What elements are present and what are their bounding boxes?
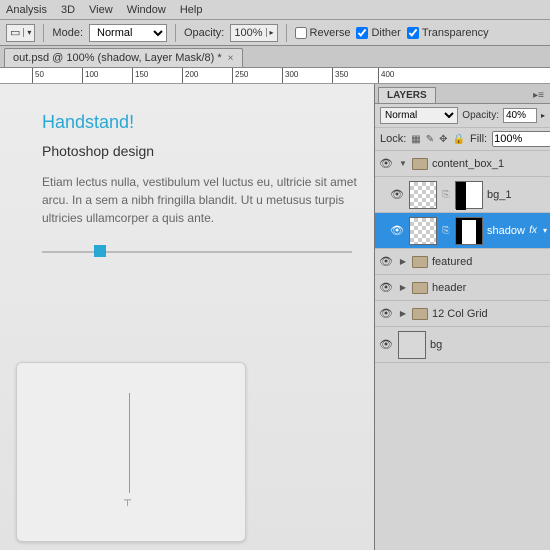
disclosure-triangle-icon[interactable]: ▶ (398, 257, 408, 266)
folder-icon (412, 282, 428, 294)
layer-thumbnail[interactable] (409, 217, 437, 245)
canvas-area[interactable]: Handstand! Photoshop design Etiam lectus… (0, 84, 374, 550)
menu-3d[interactable]: 3D (61, 4, 75, 16)
layer-item[interactable]: 👁 bg (375, 327, 550, 363)
disclosure-triangle-icon[interactable]: ▼ (398, 159, 408, 168)
layer-group[interactable]: 👁 ▼ content_box_1 (375, 151, 550, 177)
opacity-input[interactable]: 100%▸ (230, 24, 277, 42)
lock-brush-icon[interactable]: ✎ (426, 133, 434, 146)
visibility-icon[interactable]: 👁 (378, 338, 394, 351)
visibility-icon[interactable]: 👁 (378, 255, 394, 268)
canvas-slider (42, 245, 352, 259)
document-tab-label: out.psd @ 100% (shadow, Layer Mask/8) * (13, 52, 222, 64)
mode-select[interactable]: Normal (89, 24, 167, 42)
layer-opacity-input[interactable] (503, 108, 537, 123)
mode-label: Mode: (52, 27, 83, 39)
menu-view[interactable]: View (89, 4, 113, 16)
close-icon[interactable]: × (228, 53, 234, 64)
layer-group[interactable]: 👁 ▶ featured (375, 249, 550, 275)
layer-opacity-label: Opacity: (462, 110, 499, 121)
chevron-right-icon[interactable]: ▸ (541, 111, 545, 120)
mask-thumbnail[interactable] (455, 217, 483, 245)
menubar: Analysis 3D View Window Help (0, 0, 550, 20)
folder-icon (412, 158, 428, 170)
fill-label: Fill: (470, 133, 487, 145)
document-tab[interactable]: out.psd @ 100% (shadow, Layer Mask/8) * … (4, 48, 243, 67)
canvas: Handstand! Photoshop design Etiam lectus… (0, 84, 374, 550)
disclosure-triangle-icon[interactable]: ▶ (398, 283, 408, 292)
lock-move-icon[interactable]: ✥ (439, 133, 447, 146)
link-icon[interactable]: ⎘ (441, 189, 451, 200)
reverse-checkbox[interactable]: Reverse (295, 27, 351, 39)
lock-transparent-icon[interactable]: ▦ (411, 133, 420, 146)
transparency-checkbox[interactable]: Transparency (407, 27, 489, 39)
visibility-icon[interactable]: 👁 (378, 157, 394, 170)
ruler-horizontal: 50 100 150 200 250 300 350 400 (0, 68, 550, 84)
visibility-icon[interactable]: 👁 (378, 281, 394, 294)
menu-help[interactable]: Help (180, 4, 203, 16)
layer-thumbnail[interactable] (409, 181, 437, 209)
panel-menu-icon[interactable]: ▸≡ (527, 88, 550, 103)
lock-all-icon[interactable]: 🔒 (453, 133, 465, 146)
menu-analysis[interactable]: Analysis (6, 4, 47, 16)
layer-group[interactable]: 👁 ▶ header (375, 275, 550, 301)
document-tabs: out.psd @ 100% (shadow, Layer Mask/8) * … (0, 46, 550, 68)
dither-checkbox[interactable]: Dither (356, 27, 400, 39)
link-icon[interactable]: ⎘ (441, 225, 451, 236)
folder-icon (412, 308, 428, 320)
disclosure-triangle-icon[interactable]: ▶ (398, 309, 408, 318)
chevron-down-icon[interactable]: ▾ (543, 226, 547, 235)
gradient-preview[interactable]: ▭▾ (6, 24, 35, 42)
lock-label: Lock: (380, 133, 406, 145)
layer-item-selected[interactable]: 👁 ⎘ shadow fx ▾ (375, 213, 550, 249)
opacity-label: Opacity: (184, 27, 224, 39)
visibility-icon[interactable]: 👁 (378, 307, 394, 320)
layer-group[interactable]: 👁 ▶ 12 Col Grid (375, 301, 550, 327)
layer-thumbnail[interactable] (398, 331, 426, 359)
canvas-body-text: Etiam lectus nulla, vestibulum vel luctu… (42, 173, 362, 227)
slider-thumb (94, 245, 106, 257)
folder-icon (412, 256, 428, 268)
blend-mode-select[interactable]: Normal (380, 107, 458, 124)
canvas-title: Handstand! (42, 112, 374, 133)
mask-thumbnail[interactable] (455, 181, 483, 209)
layers-panel: LAYERS ▸≡ Normal Opacity: ▸ Lock: ▦ ✎ ✥ … (374, 84, 550, 550)
menu-window[interactable]: Window (127, 4, 166, 16)
options-bar: ▭▾ Mode: Normal Opacity: 100%▸ Reverse D… (0, 20, 550, 46)
fill-input[interactable] (492, 131, 550, 147)
layers-tab[interactable]: LAYERS (378, 87, 436, 103)
canvas-subtitle: Photoshop design (42, 143, 374, 159)
fx-icon[interactable]: fx (529, 225, 537, 236)
visibility-icon[interactable]: 👁 (389, 224, 405, 237)
layer-item[interactable]: 👁 ⎘ bg_1 (375, 177, 550, 213)
visibility-icon[interactable]: 👁 (389, 188, 405, 201)
layers-list: 👁 ▼ content_box_1 👁 ⎘ bg_1 👁 ⎘ shadow fx… (375, 151, 550, 363)
canvas-card: ┬ (16, 362, 246, 542)
